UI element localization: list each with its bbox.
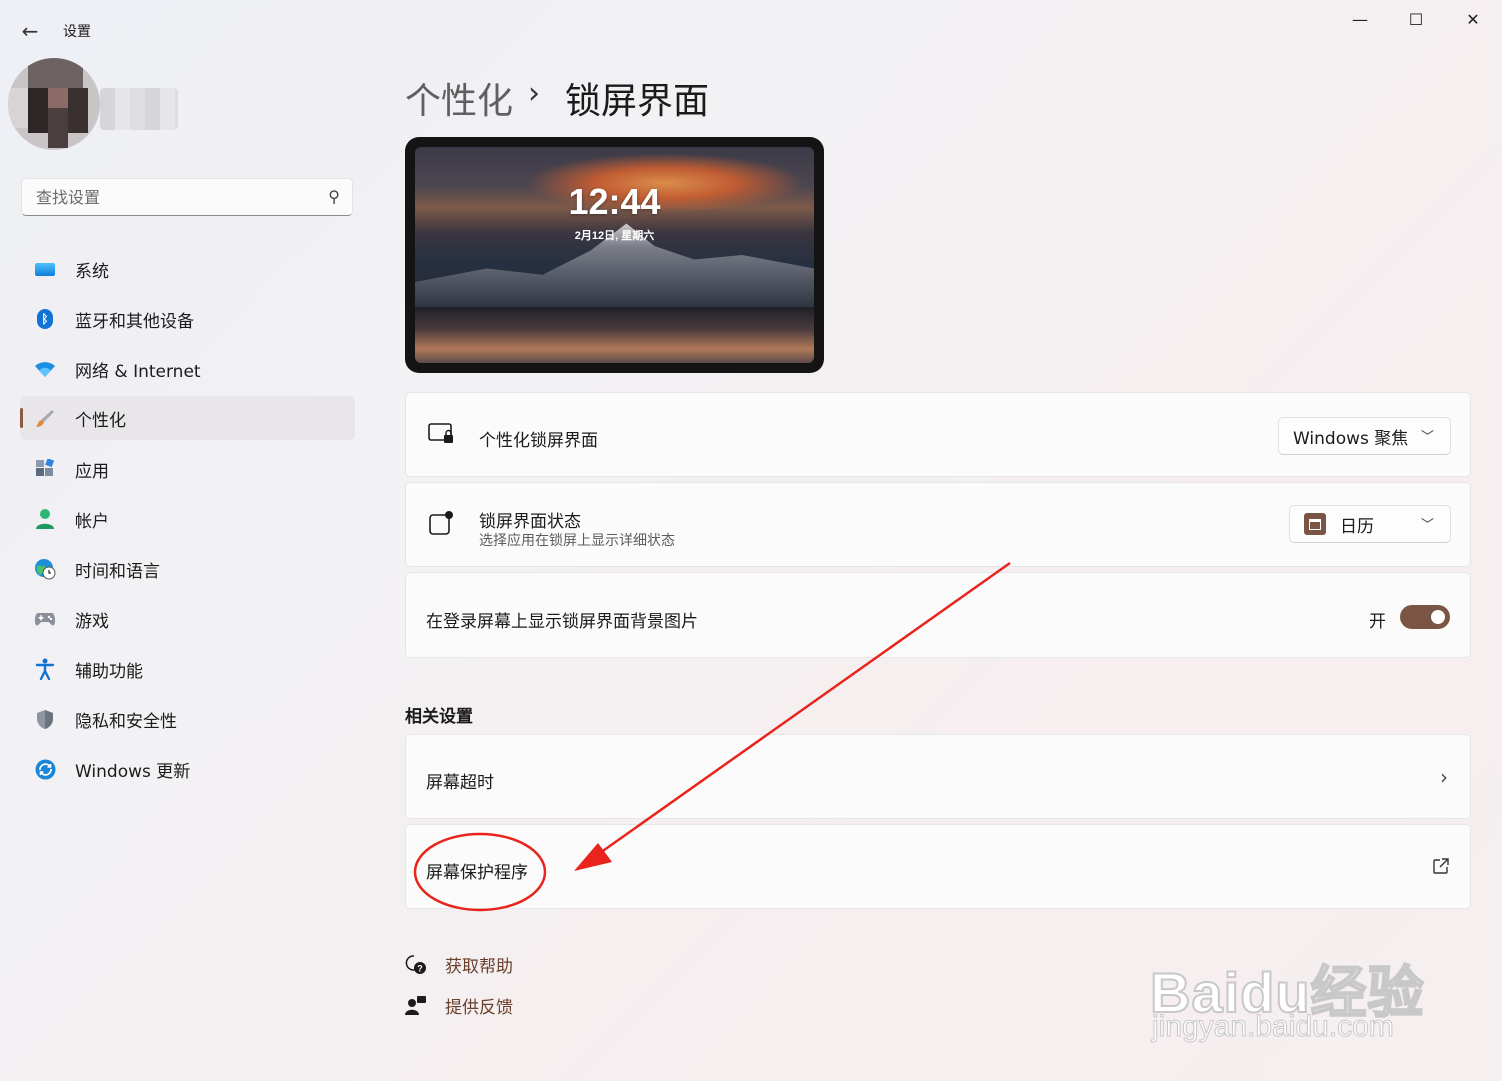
lock-time: 12:44 xyxy=(568,181,661,222)
bluetooth-icon: ᛒ xyxy=(34,308,56,330)
sidebar-item-windows-update[interactable]: Windows 更新 xyxy=(20,747,355,791)
search-input[interactable] xyxy=(34,187,318,208)
screen-saver-row[interactable]: 屏幕保护程序 xyxy=(405,824,1471,909)
feedback-label: 提供反馈 xyxy=(445,998,513,1018)
show-background-row: 在登录屏幕上显示锁屏界面背景图片 开 xyxy=(405,572,1471,658)
search-icon[interactable]: ⚲ xyxy=(328,187,340,206)
calendar-icon xyxy=(1304,513,1326,535)
lock-date: 2月12日, 星期六 xyxy=(574,230,655,242)
accessibility-icon xyxy=(34,658,56,680)
watermark-url: jingyan.baidu.com xyxy=(1152,1010,1395,1044)
personalize-lock-title: 个性化锁屏界面 xyxy=(479,431,598,451)
lock-screen-status-row: 锁屏界面状态 选择应用在锁屏上显示详细状态 日历 ﹀ xyxy=(405,482,1471,567)
svg-text:?: ? xyxy=(417,963,423,973)
globe-clock-icon xyxy=(34,558,56,580)
brush-icon xyxy=(34,407,56,429)
update-icon xyxy=(34,758,56,780)
sidebar-item-bluetooth[interactable]: ᛒ 蓝牙和其他设备 xyxy=(20,297,355,341)
minimize-button[interactable]: — xyxy=(1331,0,1389,38)
feedback-icon xyxy=(405,995,427,1017)
sidebar-item-label: 帐户 xyxy=(75,511,109,532)
lock-status-dropdown[interactable]: 日历 ﹀ xyxy=(1289,505,1451,543)
toggle-state-label: 开 xyxy=(1369,612,1386,632)
sidebar-item-accessibility[interactable]: 辅助功能 xyxy=(20,647,355,691)
back-arrow-icon: ← xyxy=(21,19,39,43)
sidebar-item-system[interactable]: 系统 xyxy=(20,247,355,291)
get-help-link[interactable]: ? 获取帮助 xyxy=(405,952,513,977)
help-icon: ? xyxy=(405,954,427,976)
external-link-icon xyxy=(1432,857,1450,875)
lock-screen-image: 12:44 2月12日, 星期六 xyxy=(415,147,814,363)
shield-icon xyxy=(34,708,56,730)
dropdown-value: 日历 xyxy=(1340,516,1374,537)
sidebar-item-label: 网络 & Internet xyxy=(75,361,201,382)
username-blurred xyxy=(100,88,178,130)
sidebar-item-label: Windows 更新 xyxy=(75,761,191,782)
title-bar: ← 设置 — ☐ ✕ xyxy=(0,0,1502,60)
sidebar-item-label: 辅助功能 xyxy=(75,661,143,682)
related-settings-heading: 相关设置 xyxy=(405,707,473,727)
maximize-button[interactable]: ☐ xyxy=(1387,0,1445,38)
sidebar-item-label: 个性化 xyxy=(75,410,126,431)
account-icon xyxy=(34,508,56,530)
toggle-knob xyxy=(1431,610,1445,624)
personalize-lock-dropdown[interactable]: Windows 聚焦 ﹀ xyxy=(1278,417,1451,455)
personalize-lock-screen-row: 个性化锁屏界面 Windows 聚焦 ﹀ xyxy=(405,392,1471,477)
breadcrumb-separator: › xyxy=(528,76,540,111)
show-background-title: 在登录屏幕上显示锁屏界面背景图片 xyxy=(426,612,698,632)
get-help-label: 获取帮助 xyxy=(445,957,513,977)
active-indicator xyxy=(20,408,23,428)
sidebar-item-personalization[interactable]: 个性化 xyxy=(20,396,355,440)
minimize-icon: — xyxy=(1352,9,1368,29)
chevron-down-icon: ﹀ xyxy=(1420,430,1434,445)
sidebar-item-label: 游戏 xyxy=(75,611,109,632)
gamepad-icon xyxy=(34,608,56,630)
chevron-down-icon: ﹀ xyxy=(1420,518,1434,533)
sidebar-item-label: 蓝牙和其他设备 xyxy=(75,311,194,332)
lock-status-title: 锁屏界面状态 xyxy=(479,512,581,532)
maximize-icon: ☐ xyxy=(1408,9,1424,29)
search-box[interactable]: ⚲ xyxy=(21,178,353,216)
lock-status-subtitle: 选择应用在锁屏上显示详细状态 xyxy=(479,533,675,549)
sidebar-item-privacy[interactable]: 隐私和安全性 xyxy=(20,697,355,741)
sidebar-item-label: 隐私和安全性 xyxy=(75,711,177,732)
sidebar-item-apps[interactable]: 应用 xyxy=(20,447,355,491)
chevron-right-icon: › xyxy=(1440,765,1448,789)
avatar[interactable] xyxy=(8,58,100,150)
lock-screen-icon xyxy=(428,423,454,451)
window-title: 设置 xyxy=(63,24,91,40)
lock-screen-preview: 12:44 2月12日, 星期六 xyxy=(405,137,824,373)
wifi-icon xyxy=(34,358,56,380)
sidebar-item-accounts[interactable]: 帐户 xyxy=(20,497,355,541)
close-icon: ✕ xyxy=(1466,9,1480,29)
system-icon xyxy=(34,258,56,280)
sidebar-item-gaming[interactable]: 游戏 xyxy=(20,597,355,641)
feedback-link[interactable]: 提供反馈 xyxy=(405,993,513,1018)
breadcrumb-parent[interactable]: 个性化 xyxy=(405,72,513,124)
close-button[interactable]: ✕ xyxy=(1444,0,1502,38)
apps-icon xyxy=(34,458,56,480)
sidebar-item-label: 时间和语言 xyxy=(75,561,160,582)
dropdown-value: Windows 聚焦 xyxy=(1293,428,1409,449)
page-title: 锁屏界面 xyxy=(565,81,710,122)
status-badge-icon xyxy=(428,511,454,543)
screen-timeout-label: 屏幕超时 xyxy=(426,773,494,793)
sidebar-item-label: 系统 xyxy=(75,261,109,282)
sidebar-item-label: 应用 xyxy=(75,461,109,482)
show-background-toggle[interactable] xyxy=(1400,605,1450,629)
screen-timeout-row[interactable]: 屏幕超时 › xyxy=(405,734,1471,819)
back-button[interactable]: ← xyxy=(14,16,46,46)
sidebar-item-time-language[interactable]: 时间和语言 xyxy=(20,547,355,591)
sidebar-item-network[interactable]: 网络 & Internet xyxy=(20,347,355,391)
screen-saver-label: 屏幕保护程序 xyxy=(426,863,528,883)
